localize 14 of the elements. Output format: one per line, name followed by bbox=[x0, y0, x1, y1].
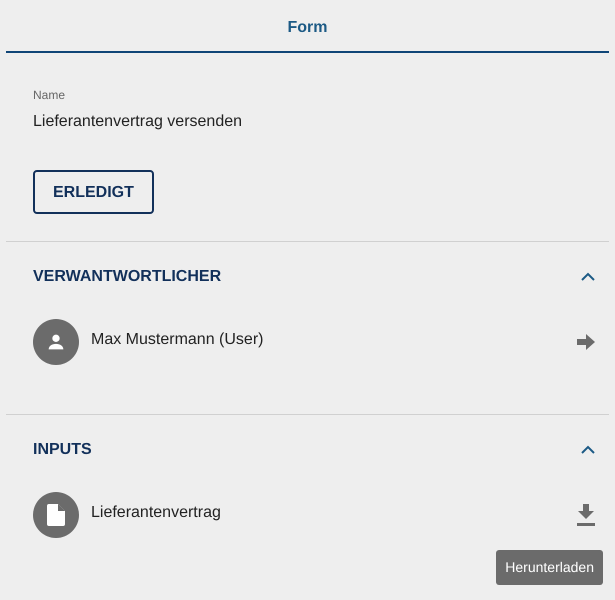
item-label: Max Mustermann (User) bbox=[91, 330, 264, 350]
section-title: INPUTS bbox=[33, 440, 92, 460]
field-label: Name bbox=[33, 87, 66, 104]
done-button[interactable]: ERLEDIGT bbox=[33, 170, 154, 214]
user-avatar bbox=[33, 319, 79, 365]
collapse-chevron-icon[interactable] bbox=[581, 272, 595, 281]
collapse-chevron-icon[interactable] bbox=[581, 445, 595, 454]
section-title: VERWANTWORTLICHER bbox=[33, 266, 222, 286]
field-value: Lieferantenvertrag versenden bbox=[33, 112, 242, 132]
tab[interactable]: Form bbox=[6, 0, 609, 53]
tooltip: Herunterladen bbox=[496, 550, 603, 585]
item-label: Lieferantenvertrag bbox=[91, 503, 222, 523]
document-avatar bbox=[33, 492, 79, 538]
arrow-right-icon[interactable] bbox=[577, 334, 595, 350]
